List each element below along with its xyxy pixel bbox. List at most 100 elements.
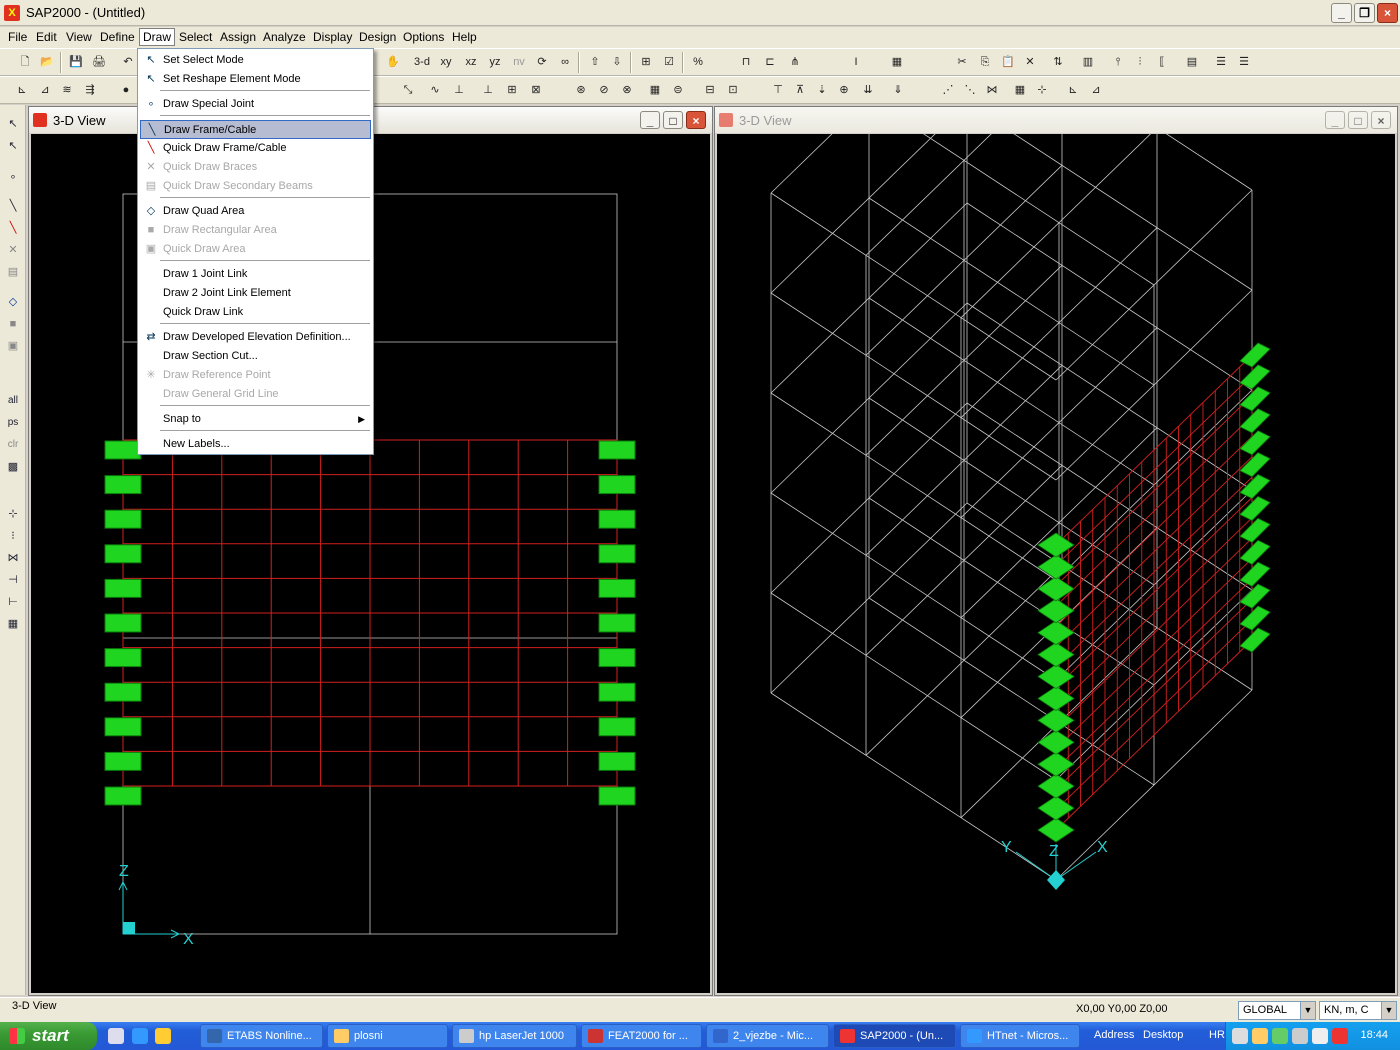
isometric-drawing[interactable]: Y Z X xyxy=(717,134,1395,993)
minimize-button[interactable]: _ xyxy=(1331,3,1352,23)
draw-menu-item[interactable]: Draw 1 Joint Link xyxy=(140,265,371,284)
analysis-icon[interactable]: ⇶ xyxy=(80,81,100,100)
quick-area-icon[interactable]: ▣ xyxy=(4,337,22,355)
bracket-icon[interactable]: ⟦ xyxy=(1152,53,1172,72)
quick-braces-icon[interactable]: ✕ xyxy=(4,241,22,259)
start-button[interactable]: start xyxy=(0,1022,97,1050)
tray-antivirus-icon[interactable] xyxy=(1272,1028,1288,1044)
draw-menu-item[interactable]: Draw General Grid Line xyxy=(140,385,371,404)
view-xz-button[interactable]: xz xyxy=(461,53,481,72)
save-icon[interactable]: 💾 xyxy=(66,53,86,72)
select-all-button[interactable]: all xyxy=(4,392,22,410)
delete-icon[interactable]: ✕ xyxy=(1020,53,1040,72)
steel-icon[interactable]: ⊗ xyxy=(617,81,637,100)
plot-icon[interactable]: ⊠ xyxy=(526,81,546,100)
clear-select-button[interactable]: clr xyxy=(4,436,22,454)
grid-icon[interactable]: ▥ xyxy=(1078,53,1098,72)
merge-icon[interactable]: ⊡ xyxy=(723,81,743,100)
snap-joints-icon[interactable]: ⊹ xyxy=(4,505,22,523)
language-indicator[interactable]: HR xyxy=(1209,1029,1225,1041)
tray-printer-icon[interactable] xyxy=(1252,1028,1268,1044)
draw-menu-item[interactable]: ▤ Quick Draw Secondary Beams xyxy=(140,177,371,196)
show-loads-icon[interactable]: ⊿ xyxy=(35,81,55,100)
chevron-down-icon[interactable]: ▼ xyxy=(1381,1002,1396,1019)
paste-icon[interactable]: 📋 xyxy=(998,53,1018,72)
draw-joint-icon[interactable]: ∘ xyxy=(4,168,22,186)
tray-volume-icon[interactable] xyxy=(1312,1028,1328,1044)
menu-display[interactable]: Display xyxy=(310,30,355,44)
draw-menu-item[interactable]: ▣ Quick Draw Area xyxy=(140,240,371,259)
menu-file[interactable]: File xyxy=(5,30,30,44)
draw-menu-item[interactable]: ✕ Quick Draw Braces xyxy=(140,158,371,177)
view-3d-button[interactable]: 3-d xyxy=(412,53,432,72)
tray-back-icon[interactable] xyxy=(1232,1028,1248,1044)
run-icon[interactable]: ● xyxy=(116,81,136,100)
view-maximize-button[interactable]: □ xyxy=(1348,111,1368,129)
taskbar-task-button[interactable]: HTnet - Micros... xyxy=(960,1024,1080,1048)
quick-frame-icon[interactable]: ╲ xyxy=(4,219,22,237)
right-3d-view-window[interactable]: 3-D View _ □ × Y Z X xyxy=(714,106,1398,996)
draw-menu-item[interactable]: Draw 2 Joint Link Element xyxy=(140,284,371,303)
replicate-icon[interactable]: ⇅ xyxy=(1048,53,1068,72)
menu-edit[interactable]: Edit xyxy=(33,30,60,44)
right-view-canvas[interactable]: Y Z X xyxy=(717,134,1395,993)
joint-load-icon[interactable]: ⇣ xyxy=(812,81,832,100)
secondary-beams-icon[interactable]: ▤ xyxy=(4,263,22,281)
divide-icon[interactable]: ⊟ xyxy=(700,81,720,100)
view-close-button[interactable]: × xyxy=(686,111,706,129)
snap-perp-icon[interactable]: ⊣ xyxy=(4,571,22,589)
intersect-icon[interactable]: ▩ xyxy=(4,458,22,476)
reshape-pointer-icon[interactable]: ↖ xyxy=(4,137,22,155)
menu-options[interactable]: Options xyxy=(400,30,447,44)
menu-assign[interactable]: Assign xyxy=(217,30,259,44)
draw-menu-item[interactable]: Snap to ▶ xyxy=(140,410,371,429)
draw-menu-item[interactable]: ╲ Draw Frame/Cable xyxy=(140,120,371,139)
select-pointer-icon[interactable]: ↖ xyxy=(4,115,22,133)
draw-menu-item[interactable]: ⇄ Draw Developed Elevation Definition... xyxy=(140,328,371,347)
snap-midpoint-icon[interactable]: ⁝ xyxy=(4,527,22,545)
snap-intersection-icon[interactable]: ⋈ xyxy=(982,81,1002,100)
draw-menu-item[interactable]: Quick Draw Link xyxy=(140,303,371,322)
draw-frame-icon[interactable]: ╲ xyxy=(4,197,22,215)
stress-icon[interactable]: ⊥ xyxy=(478,81,498,100)
view-nv-button[interactable]: nv xyxy=(509,53,529,72)
draw-menu-item[interactable]: ✳ Draw Reference Point xyxy=(140,366,371,385)
constraint-icon[interactable]: ⊼ xyxy=(790,81,810,100)
draw-menu-item[interactable]: ╲ Quick Draw Frame/Cable xyxy=(140,139,371,158)
menu-define[interactable]: Define xyxy=(97,30,138,44)
object-shrink-icon[interactable]: ⊞ xyxy=(636,53,656,72)
taskbar-task-button[interactable]: 2_vjezbe - Mic... xyxy=(706,1024,829,1048)
view-xy-button[interactable]: xy xyxy=(436,53,456,72)
draw-rect-area-icon[interactable]: ■ xyxy=(4,315,22,333)
pan-hand-icon[interactable]: ✋ xyxy=(383,53,403,72)
mesh-icon[interactable]: ▦ xyxy=(645,81,665,100)
frame-load-icon[interactable]: ⇊ xyxy=(858,81,878,100)
close-button[interactable]: × xyxy=(1377,3,1398,23)
show-undeformed-icon[interactable]: ⊾ xyxy=(12,81,32,100)
draw-menu-item[interactable]: ∘ Draw Special Joint xyxy=(140,95,371,114)
menu-draw[interactable]: Draw xyxy=(139,28,176,46)
target-icon[interactable]: ⊕ xyxy=(834,81,854,100)
design-icon[interactable]: ⊛ xyxy=(571,81,591,100)
area-load-icon[interactable]: ⇓ xyxy=(888,81,908,100)
view-close-button[interactable]: × xyxy=(1371,111,1391,129)
view-yz-button[interactable]: yz xyxy=(485,53,505,72)
taskbar-task-button[interactable]: plosni xyxy=(327,1024,448,1048)
forces-icon[interactable]: ⊥ xyxy=(449,81,469,100)
table-icon[interactable]: ▤ xyxy=(1182,53,1202,72)
menu-help[interactable]: Help xyxy=(449,30,480,44)
move-down-icon[interactable]: ⇩ xyxy=(607,53,627,72)
new-file-icon[interactable]: 🗋 xyxy=(15,53,35,72)
display-options-icon[interactable]: % xyxy=(688,53,708,72)
align-right-icon[interactable]: ☰ xyxy=(1234,53,1254,72)
draw-quad-area-icon[interactable]: ◇ xyxy=(4,293,22,311)
restraint-icon[interactable]: ⊤ xyxy=(768,81,788,100)
undo-icon[interactable]: ↶ xyxy=(118,53,138,72)
joint-icon[interactable]: ⫯ xyxy=(1108,53,1128,72)
cut-icon[interactable]: ✂ xyxy=(952,53,972,72)
area-section-icon[interactable]: ▦ xyxy=(887,53,907,72)
link-icon[interactable]: ⊏ xyxy=(760,53,780,72)
check-icon[interactable]: ⊘ xyxy=(594,81,614,100)
draw-menu-item[interactable]: ↖ Set Select Mode xyxy=(140,51,371,70)
menu-analyze[interactable]: Analyze xyxy=(260,30,309,44)
